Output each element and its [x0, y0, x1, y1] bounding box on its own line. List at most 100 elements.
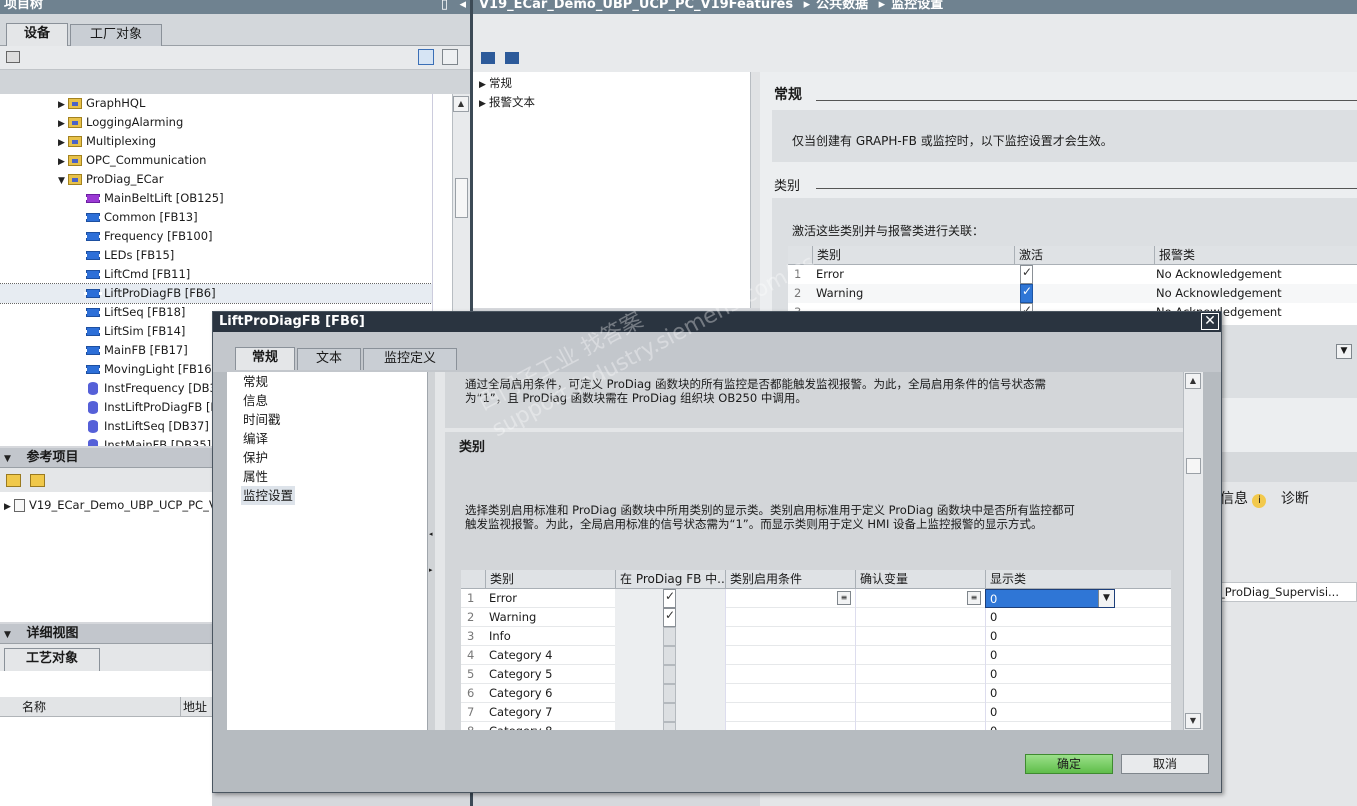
overview-icon[interactable] [442, 49, 458, 65]
tab-technology-objects[interactable]: 工艺对象 [4, 648, 100, 671]
ack-tag-cell[interactable] [855, 684, 985, 703]
used-checkbox[interactable] [615, 608, 725, 627]
ack-tag-cell[interactable] [855, 722, 985, 730]
expand-all-icon[interactable] [481, 52, 495, 64]
scroll-thumb[interactable] [455, 178, 468, 218]
list-icon[interactable]: ≡ [967, 591, 981, 605]
ack-tag-cell[interactable] [855, 703, 985, 722]
col-category[interactable]: 类别 [485, 570, 615, 589]
used-checkbox[interactable] [615, 684, 725, 703]
chevron-down-icon[interactable]: ▼ [1098, 590, 1114, 607]
tree-item[interactable]: Common [FB13] [84, 208, 446, 227]
scroll-up-icon[interactable]: ▲ [1185, 373, 1201, 389]
enable-condition-cell[interactable] [725, 589, 855, 608]
col-used-in-fb[interactable]: 在 ProDiag FB 中... [615, 570, 725, 589]
tab-general[interactable]: 常规 [235, 347, 295, 370]
col-alarm-class[interactable]: 报警类 [1154, 246, 1357, 265]
ok-button[interactable]: 确定 [1025, 754, 1113, 774]
tree-item[interactable]: MainBeltLift [OB125] [84, 189, 446, 208]
scroll-up-icon[interactable]: ▲ [453, 96, 469, 112]
display-class-cell[interactable]: 0 [985, 703, 1115, 722]
table-row[interactable]: 7 Category 70 [461, 703, 1171, 722]
network-icon[interactable] [6, 51, 20, 63]
tree-item[interactable]: Frequency [FB100] [84, 227, 446, 246]
enable-condition-cell[interactable] [725, 684, 855, 703]
enable-condition-cell[interactable] [725, 627, 855, 646]
table-row[interactable]: 2WarningNo Acknowledgement [788, 284, 1357, 303]
used-checkbox[interactable] [615, 646, 725, 665]
display-class-cell[interactable]: 0 [985, 722, 1115, 730]
detail-view-header[interactable]: ▼ 详细视图 [0, 624, 212, 644]
tree-item[interactable]: ▼ ProDiag_ECar [58, 170, 418, 189]
col-name[interactable]: 名称 [22, 697, 46, 717]
tree-item[interactable]: ▶ OPC_Communication [58, 151, 418, 170]
pin-icon[interactable]: ▯ [441, 0, 448, 14]
display-class-cell[interactable]: 0 [985, 608, 1115, 627]
editor-nav-scrollbar[interactable] [750, 72, 760, 308]
scroll-thumb[interactable] [1186, 458, 1201, 474]
dialog-titlebar[interactable]: LiftProDiagFB [FB6] ✕ [213, 312, 1221, 332]
dialog-nav-item[interactable]: 信息 [243, 391, 268, 410]
used-checkbox[interactable] [615, 703, 725, 722]
details-view-icon[interactable] [418, 49, 434, 65]
table-row[interactable]: 3 Info 0 [461, 627, 1171, 646]
chevron-down-icon[interactable]: ▼ [58, 172, 68, 191]
enable-condition-cell[interactable] [725, 722, 855, 730]
dialog-scrollbar[interactable]: ▲ ▼ [1183, 372, 1203, 730]
ack-tag-cell[interactable] [855, 665, 985, 684]
col-display-class[interactable]: 显示类 [985, 570, 1115, 589]
enable-condition-cell[interactable] [725, 703, 855, 722]
open-project-icon[interactable] [6, 474, 21, 487]
display-class-cell[interactable]: 0 [985, 627, 1115, 646]
info-tab[interactable]: 信息 i [1220, 491, 1267, 508]
tab-devices[interactable]: 设备 [6, 23, 68, 46]
ack-tag-cell[interactable] [855, 608, 985, 627]
table-row[interactable]: 8Category 80 [461, 722, 1171, 730]
enable-condition-cell[interactable] [725, 646, 855, 665]
col-category[interactable]: 类别 [812, 246, 1014, 265]
used-checkbox[interactable] [615, 589, 725, 608]
used-checkbox[interactable] [615, 627, 725, 646]
chevron-down-icon[interactable]: ▼ [4, 626, 14, 643]
cancel-button[interactable]: 取消 [1121, 754, 1209, 774]
used-checkbox[interactable] [615, 665, 725, 684]
dropdown-icon[interactable]: ▼ [1336, 344, 1352, 359]
used-checkbox[interactable] [615, 722, 725, 730]
tree-item[interactable]: ▶ LoggingAlarming [58, 113, 418, 132]
tab-supervision-definitions[interactable]: 监控定义 [363, 348, 457, 370]
ack-tag-cell[interactable] [855, 589, 985, 608]
display-class-select[interactable]: 0 ▼ [985, 589, 1115, 608]
dialog-nav-item[interactable]: 保护 [243, 448, 268, 467]
ref-projects-header[interactable]: ▼ 参考项目 [0, 448, 212, 468]
dialog-nav-item[interactable]: 编译 [243, 429, 268, 448]
tab-plant-objects[interactable]: 工厂对象 [70, 24, 162, 46]
diagnostics-tab[interactable]: 诊断 [1281, 491, 1309, 507]
tree-item[interactable]: LiftProDiagFB [FB6] [0, 283, 433, 304]
close-icon[interactable]: ✕ [1201, 313, 1219, 330]
enable-condition-cell[interactable] [725, 608, 855, 627]
active-checkbox[interactable] [1020, 284, 1150, 303]
col-active[interactable]: 激活 [1014, 246, 1154, 265]
col-enable-condition[interactable]: 类别启用条件 [725, 570, 855, 589]
table-row[interactable]: 1ErrorNo Acknowledgement [788, 265, 1357, 284]
collapse-all-icon[interactable] [505, 52, 519, 64]
nav-general[interactable]: ▶ 常规 [479, 74, 512, 93]
table-row[interactable]: 2Warning0 [461, 608, 1171, 627]
tab-texts[interactable]: 文本 [297, 348, 361, 370]
tree-item[interactable]: ▶ GraphHQL [58, 94, 418, 113]
list-icon[interactable]: ≡ [837, 591, 851, 605]
dialog-nav-item[interactable]: 时间戳 [243, 410, 281, 429]
table-row[interactable]: 4 Category 40 [461, 646, 1171, 665]
tree-item[interactable]: LEDs [FB15] [84, 246, 446, 265]
chevron-down-icon[interactable]: ▼ [4, 450, 14, 467]
scroll-down-icon[interactable]: ▼ [1185, 713, 1201, 729]
tree-item[interactable]: ▶ Multiplexing [58, 132, 418, 151]
dialog-nav-item[interactable]: 常规 [243, 372, 268, 391]
dialog-nav-item[interactable]: 属性 [243, 467, 268, 486]
table-row[interactable]: 5 Category 50 [461, 665, 1171, 684]
active-checkbox[interactable] [1020, 265, 1150, 284]
tree-item[interactable]: LiftCmd [FB11] [84, 265, 446, 284]
col-ack-tag[interactable]: 确认变量 [855, 570, 985, 589]
collapse-icon[interactable]: ◂ [459, 0, 466, 14]
nav-alarm-texts[interactable]: ▶ 报警文本 [479, 93, 535, 112]
